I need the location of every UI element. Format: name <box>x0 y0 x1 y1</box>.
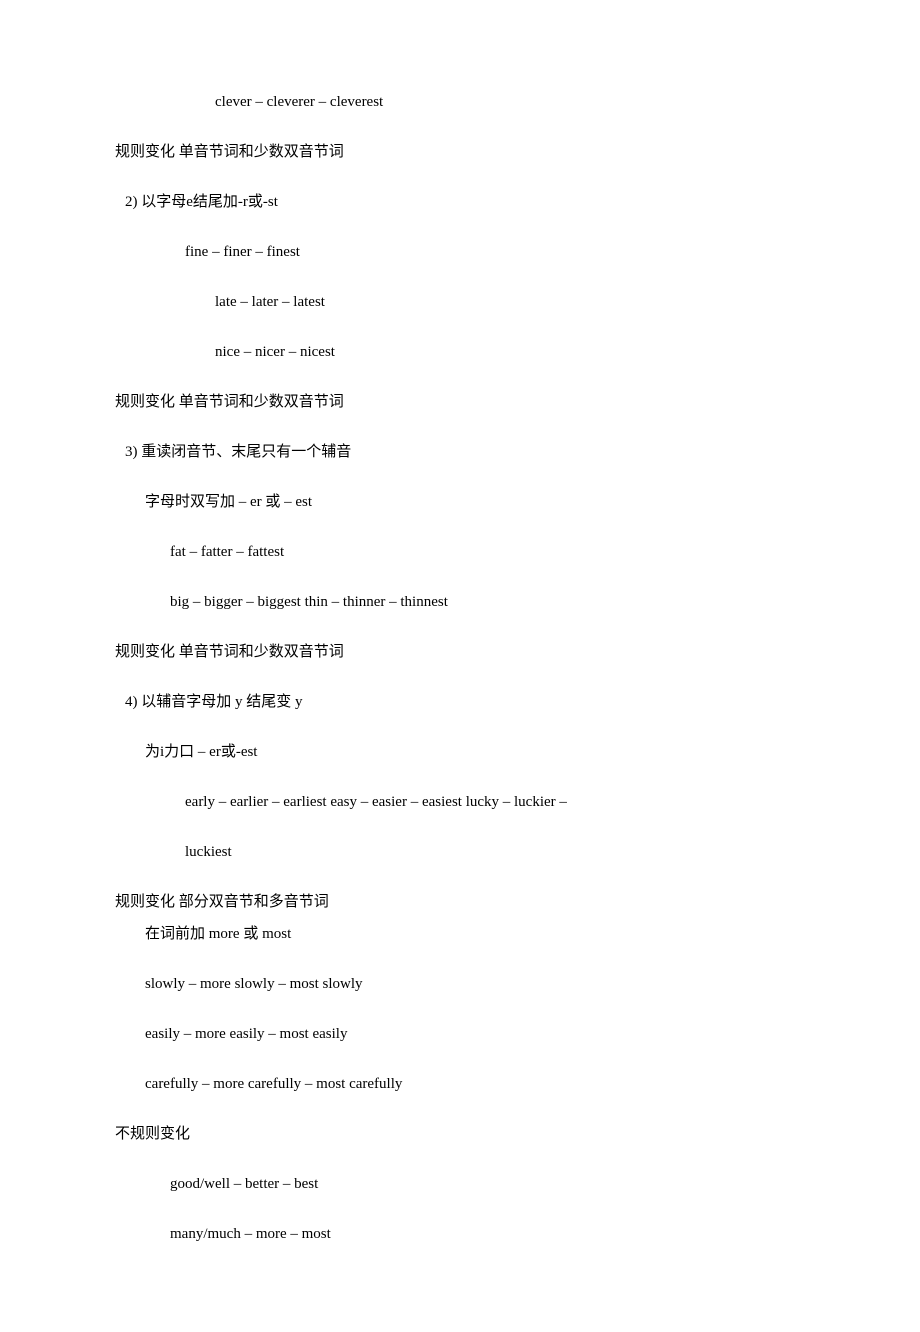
text-line: 3) 重读闭音节、末尾只有一个辅音 <box>115 440 805 464</box>
document-page: clever – cleverer – cleverest 规则变化 单音节词和少… <box>0 0 920 1332</box>
text-line: easily – more easily – most easily <box>115 1022 805 1046</box>
text-line: late – later – latest <box>115 290 805 314</box>
text-line: 规则变化 单音节词和少数双音节词 <box>115 390 805 414</box>
text-line: many/much – more – most <box>115 1222 805 1246</box>
text-line: 在词前加 more 或 most <box>115 922 805 946</box>
text-line: 为i力口 – er或-est <box>115 740 805 764</box>
text-line: clever – cleverer – cleverest <box>115 90 805 114</box>
text-line: fat – fatter – fattest <box>115 540 805 564</box>
text-line: 规则变化 部分双音节和多音节词 <box>115 890 805 914</box>
text-line: 不规则变化 <box>115 1122 805 1146</box>
text-line: 规则变化 单音节词和少数双音节词 <box>115 140 805 164</box>
text-line: fine – finer – finest <box>115 240 805 264</box>
text-line: carefully – more carefully – most carefu… <box>115 1072 805 1096</box>
text-line: nice – nicer – nicest <box>115 340 805 364</box>
text-line: 2) 以字母e结尾加-r或-st <box>115 190 805 214</box>
text-line: 规则变化 单音节词和少数双音节词 <box>115 640 805 664</box>
text-line: good/well – better – best <box>115 1172 805 1196</box>
text-line: 字母时双写加 – er 或 – est <box>115 490 805 514</box>
text-line: early – earlier – earliest easy – easier… <box>115 790 805 814</box>
text-line: slowly – more slowly – most slowly <box>115 972 805 996</box>
text-line: luckiest <box>115 840 805 864</box>
text-line: big – bigger – biggest thin – thinner – … <box>115 590 805 614</box>
text-line: 4) 以辅音字母加 y 结尾变 y <box>115 690 805 714</box>
